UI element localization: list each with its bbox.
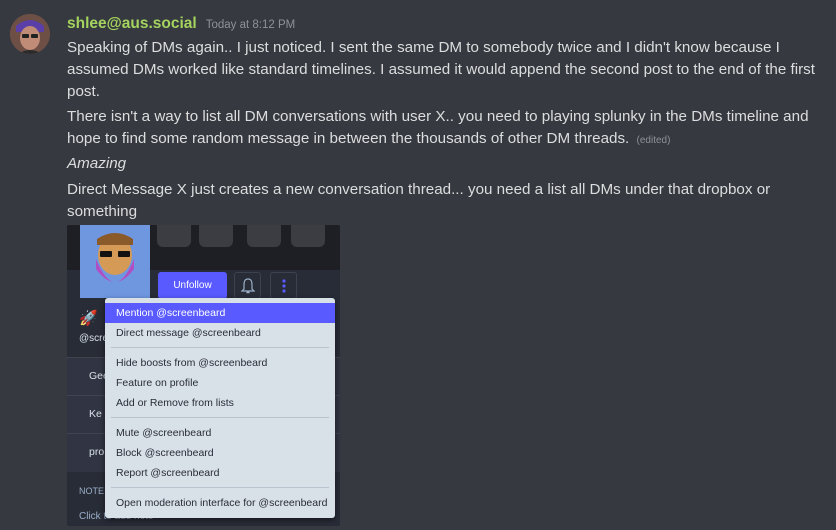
- menu-item-direct-message[interactable]: Direct message @screenbeard: [105, 323, 335, 343]
- menu-item-hide-boosts[interactable]: Hide boosts from @screenbeard: [105, 353, 335, 373]
- keyboard-key: [291, 225, 325, 247]
- profile-field-label: pro: [89, 446, 105, 458]
- notify-button[interactable]: [234, 272, 261, 299]
- menu-item-block[interactable]: Block @screenbeard: [105, 443, 335, 463]
- more-vertical-icon: [281, 278, 286, 293]
- message-paragraph-3: Amazing: [67, 155, 127, 172]
- avatar-image: [10, 14, 50, 54]
- profile-portrait: [80, 225, 150, 298]
- message-timestamp: Today at 8:12 PM: [205, 19, 296, 31]
- message-paragraph-1: Speaking of DMs again.. I just noticed. …: [67, 39, 815, 100]
- edited-label: (edited): [636, 135, 671, 146]
- menu-divider: [111, 487, 329, 488]
- user-avatar[interactable]: [10, 14, 50, 54]
- menu-item-moderation[interactable]: Open moderation interface for @screenbea…: [105, 493, 335, 513]
- author-username[interactable]: shlee@aus.social: [67, 15, 197, 33]
- message-header: shlee@aus.social Today at 8:12 PM: [67, 15, 295, 35]
- bearded-avatar-image: [80, 225, 150, 298]
- menu-item-report[interactable]: Report @screenbeard: [105, 463, 335, 483]
- menu-item-mention[interactable]: Mention @screenbeard: [105, 303, 335, 323]
- keyboard-key: [157, 225, 191, 247]
- note-label: NOTE: [79, 486, 105, 496]
- menu-divider: [111, 347, 329, 348]
- menu-divider: [111, 417, 329, 418]
- bell-icon: [240, 277, 255, 293]
- unfollow-button[interactable]: Unfollow: [158, 272, 227, 299]
- keyboard-key: [247, 225, 281, 247]
- profile-field-label: Ke: [89, 408, 102, 420]
- menu-item-mute[interactable]: Mute @screenbeard: [105, 423, 335, 443]
- message-paragraph-2: There isn't a way to list all DM convers…: [67, 106, 827, 152]
- menu-item-feature-on-profile[interactable]: Feature on profile: [105, 373, 335, 393]
- rocket-icon: 🚀: [79, 310, 98, 327]
- profile-options-menu: Mention @screenbeard Direct message @scr…: [105, 298, 335, 518]
- more-options-button[interactable]: [270, 272, 297, 299]
- message-paragraph-4: Direct Message X just creates a new conv…: [67, 181, 771, 220]
- keyboard-key: [199, 225, 233, 247]
- profile-handle[interactable]: @scre: [79, 333, 108, 344]
- message-paragraph-2-text: There isn't a way to list all DM convers…: [67, 108, 809, 147]
- menu-item-add-remove-lists[interactable]: Add or Remove from lists: [105, 393, 335, 413]
